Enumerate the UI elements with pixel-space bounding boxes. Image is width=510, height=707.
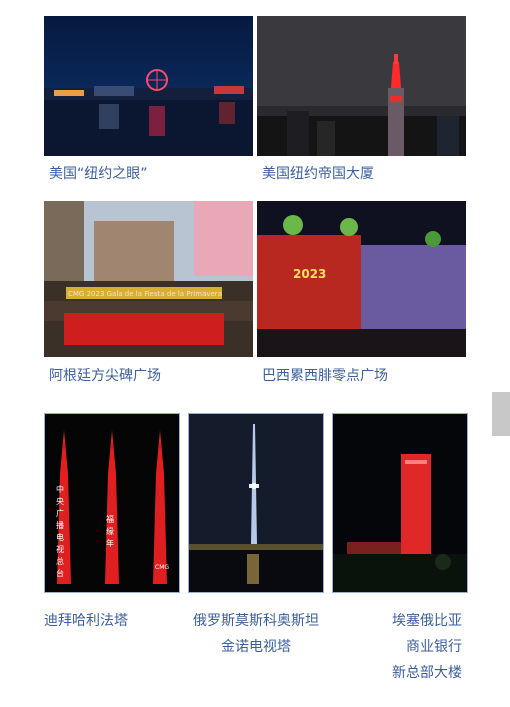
photo-burj-khalifa: 中央广播电视总台 福缘年 CMG <box>44 413 180 593</box>
tower-text-middle: 福缘年 <box>106 515 114 548</box>
caption-new-york-eye: 美国“纽约之眼” <box>49 166 148 182</box>
caption-burj-khalifa: 迪拜哈利法塔 <box>44 613 128 629</box>
photo-empire-state-red <box>257 16 466 156</box>
caption-ostankino-line2: 金诺电视塔 <box>221 639 291 655</box>
caption-ethiopia-line1: 埃塞俄比亚 <box>392 613 462 629</box>
banner-text: CMG 2023 Gala de la Fiesta de la Primave… <box>68 290 222 298</box>
projection-text: 2023 <box>293 267 327 281</box>
caption-ethiopia-bank: 埃塞俄比亚 商业银行 新总部大楼 <box>366 608 462 686</box>
tower-text-right: CMG <box>155 564 170 571</box>
photo-obelisk-plaza-banner: CMG 2023 Gala de la Fiesta de la Primave… <box>44 201 253 357</box>
caption-ethiopia-line3: 新总部大楼 <box>392 665 462 681</box>
tower-text-left: 中央广播电视总台 <box>56 485 64 578</box>
caption-recife-plaza: 巴西累西腓零点广场 <box>262 368 388 384</box>
scrollbar-thumb[interactable] <box>492 392 510 436</box>
caption-empire-state: 美国纽约帝国大厦 <box>262 166 374 182</box>
photo-ferris-wheel-night <box>44 16 253 156</box>
caption-obelisk-plaza: 阿根廷方尖碑广场 <box>49 368 161 384</box>
caption-ostankino: 俄罗斯莫斯科奥斯坦 金诺电视塔 <box>186 608 326 660</box>
photo-ostankino-tower <box>188 413 324 593</box>
photo-recife-projection: 2023 <box>257 201 466 357</box>
photo-ethiopia-bank-tower <box>332 413 468 593</box>
caption-ostankino-line1: 俄罗斯莫斯科奥斯坦 <box>193 613 319 629</box>
caption-ethiopia-line2: 商业银行 <box>406 639 462 655</box>
